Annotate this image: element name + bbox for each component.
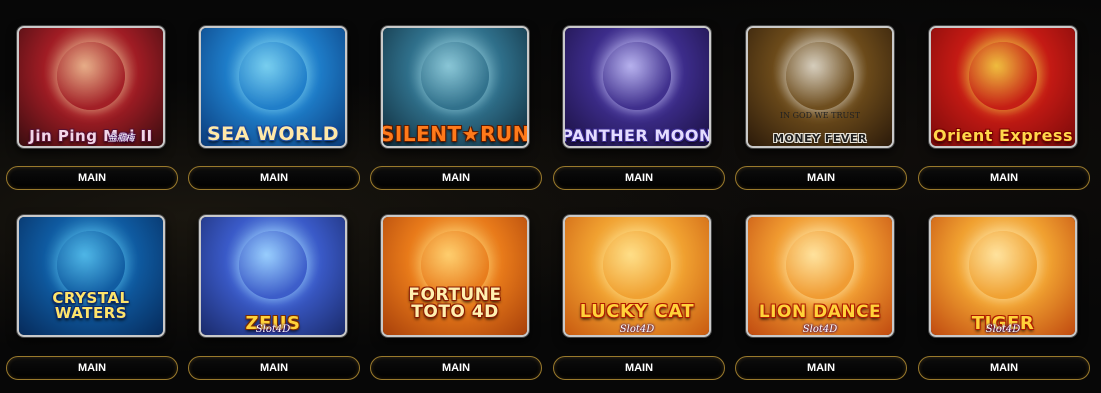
character-art bbox=[603, 231, 671, 299]
game-subtitle: Slot4D bbox=[619, 324, 655, 335]
game-card[interactable]: FORTUNE TOTO 4D bbox=[364, 0, 546, 337]
game-thumbnail[interactable]: FORTUNE TOTO 4D bbox=[381, 215, 529, 337]
game-card[interactable]: TIGER Slot4D bbox=[912, 0, 1094, 337]
main-button[interactable]: MAIN bbox=[188, 356, 360, 380]
main-button[interactable]: MAIN bbox=[553, 356, 725, 380]
game-subtitle: Slot4D bbox=[255, 324, 291, 335]
character-art bbox=[969, 231, 1037, 299]
main-button[interactable]: MAIN bbox=[6, 166, 178, 190]
main-button[interactable]: MAIN bbox=[188, 166, 360, 190]
main-button[interactable]: MAIN bbox=[735, 356, 907, 380]
game-card[interactable]: ZEUS Slot4D bbox=[182, 0, 364, 337]
main-button[interactable]: MAIN bbox=[553, 166, 725, 190]
main-button[interactable]: MAIN bbox=[918, 166, 1090, 190]
main-button[interactable]: MAIN bbox=[370, 356, 542, 380]
game-thumbnail[interactable]: CRYSTAL WATERS bbox=[17, 215, 165, 337]
game-subtitle: Slot4D bbox=[985, 324, 1021, 335]
game-thumbnail[interactable]: ZEUS Slot4D bbox=[199, 215, 347, 337]
game-title: LION DANCE bbox=[758, 302, 882, 322]
game-title: LUCKY CAT bbox=[579, 301, 695, 322]
game-grid: Jin Ping Mai II 金瓶梅 SEA WORLD SILENT★RUN … bbox=[0, 0, 1101, 393]
game-card[interactable]: CRYSTAL WATERS bbox=[0, 0, 182, 337]
character-art bbox=[239, 231, 307, 299]
game-thumbnail[interactable]: TIGER Slot4D bbox=[929, 215, 1077, 337]
main-button[interactable]: MAIN bbox=[735, 166, 907, 190]
main-button[interactable]: MAIN bbox=[370, 166, 542, 190]
main-button[interactable]: MAIN bbox=[6, 356, 178, 380]
character-art bbox=[786, 231, 854, 299]
game-card[interactable]: LUCKY CAT Slot4D bbox=[546, 0, 728, 337]
game-thumbnail[interactable]: LUCKY CAT Slot4D bbox=[563, 215, 711, 337]
game-card[interactable]: LION DANCE Slot4D bbox=[729, 0, 911, 337]
game-thumbnail[interactable]: LION DANCE Slot4D bbox=[746, 215, 894, 337]
main-button[interactable]: MAIN bbox=[918, 356, 1090, 380]
game-subtitle: Slot4D bbox=[802, 324, 838, 335]
game-title: CRYSTAL WATERS bbox=[52, 289, 130, 322]
game-title: FORTUNE TOTO 4D bbox=[408, 285, 502, 322]
